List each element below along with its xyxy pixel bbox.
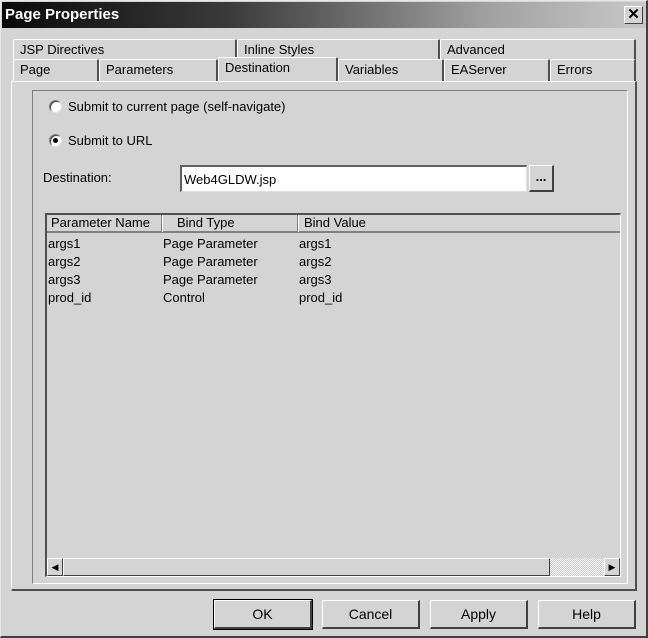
tab-destination[interactable]: Destination bbox=[218, 57, 338, 81]
cancel-button[interactable]: Cancel bbox=[322, 600, 420, 629]
tab-jsp-directives[interactable]: JSP Directives bbox=[13, 39, 237, 61]
table-row[interactable]: args1 Page Parameter args1 bbox=[47, 235, 620, 253]
tab-page[interactable]: Page bbox=[13, 59, 99, 81]
title-bar: Page Properties ✕ bbox=[2, 2, 646, 28]
column-header-parameter-name[interactable]: Parameter Name bbox=[47, 215, 162, 232]
tab-errors[interactable]: Errors bbox=[550, 59, 636, 81]
column-header-bind-type[interactable]: Bind Type bbox=[163, 215, 298, 232]
tab-label: Advanced bbox=[447, 42, 505, 57]
cell-parameter-name: args3 bbox=[48, 272, 81, 287]
cell-bind-type: Page Parameter bbox=[163, 236, 258, 251]
destination-panel: Submit to current page (self-navigate) S… bbox=[11, 81, 637, 591]
close-icon: ✕ bbox=[627, 6, 640, 23]
tab-label: Page bbox=[20, 62, 51, 77]
ok-button[interactable]: OK bbox=[213, 599, 313, 630]
tab-parameters[interactable]: Parameters bbox=[99, 59, 218, 81]
table-row[interactable]: args2 Page Parameter args2 bbox=[47, 253, 620, 271]
list-header: Parameter Name Bind Type Bind Value bbox=[47, 215, 620, 233]
cell-bind-value: args3 bbox=[299, 272, 332, 287]
close-button[interactable]: ✕ bbox=[624, 6, 643, 24]
tab-label: Variables bbox=[345, 62, 399, 77]
tab-advanced[interactable]: Advanced bbox=[440, 39, 636, 61]
destination-input[interactable] bbox=[180, 165, 527, 192]
table-row[interactable]: args3 Page Parameter args3 bbox=[47, 271, 620, 289]
radio-self-navigate-label: Submit to current page (self-navigate) bbox=[68, 99, 286, 114]
cell-parameter-name: args1 bbox=[48, 236, 81, 251]
apply-button[interactable]: Apply bbox=[430, 600, 528, 629]
cell-bind-value: prod_id bbox=[299, 290, 343, 305]
browse-button[interactable]: ... bbox=[529, 165, 554, 192]
tab-label: Inline Styles bbox=[244, 42, 315, 57]
cell-parameter-name: prod_id bbox=[48, 290, 92, 305]
page-properties-dialog: Page Properties ✕ JSP Directives Inline … bbox=[0, 0, 648, 638]
radio-submit-url[interactable]: Submit to URL bbox=[49, 133, 153, 148]
radio-self-navigate[interactable]: Submit to current page (self-navigate) bbox=[49, 99, 286, 114]
tab-label: EAServer bbox=[451, 62, 507, 77]
tab-variables[interactable]: Variables bbox=[338, 59, 444, 81]
tab-label: Errors bbox=[557, 62, 593, 77]
arrow-right-icon: ▶ bbox=[608, 562, 616, 572]
cell-bind-type: Page Parameter bbox=[163, 254, 258, 269]
radio-button-checked[interactable] bbox=[49, 134, 62, 147]
scroll-right-button[interactable]: ▶ bbox=[604, 558, 620, 576]
horizontal-scrollbar[interactable]: ◀ ▶ bbox=[47, 558, 620, 576]
cell-parameter-name: args2 bbox=[48, 254, 81, 269]
scroll-left-button[interactable]: ◀ bbox=[47, 558, 63, 576]
tab-easerver[interactable]: EAServer bbox=[444, 59, 550, 81]
window-title: Page Properties bbox=[5, 6, 120, 23]
destination-label: Destination: bbox=[43, 170, 112, 185]
cell-bind-value: args1 bbox=[299, 236, 332, 251]
radio-button-unchecked[interactable] bbox=[49, 100, 62, 113]
cell-bind-value: args2 bbox=[299, 254, 332, 269]
parameter-bindings-list[interactable]: Parameter Name Bind Type Bind Value args… bbox=[45, 213, 621, 577]
tab-label: JSP Directives bbox=[20, 42, 105, 57]
help-button[interactable]: Help bbox=[538, 600, 636, 629]
tab-label: Destination bbox=[225, 60, 291, 75]
scroll-thumb[interactable] bbox=[63, 558, 550, 576]
tab-label: Parameters bbox=[106, 62, 174, 77]
arrow-left-icon: ◀ bbox=[51, 562, 59, 572]
column-header-bind-value[interactable]: Bind Value bbox=[299, 215, 621, 232]
cell-bind-type: Page Parameter bbox=[163, 272, 258, 287]
radio-submit-url-label: Submit to URL bbox=[68, 133, 153, 148]
destination-group: Submit to current page (self-navigate) S… bbox=[32, 90, 628, 584]
table-row[interactable]: prod_id Control prod_id bbox=[47, 289, 620, 307]
cell-bind-type: Control bbox=[163, 290, 205, 305]
